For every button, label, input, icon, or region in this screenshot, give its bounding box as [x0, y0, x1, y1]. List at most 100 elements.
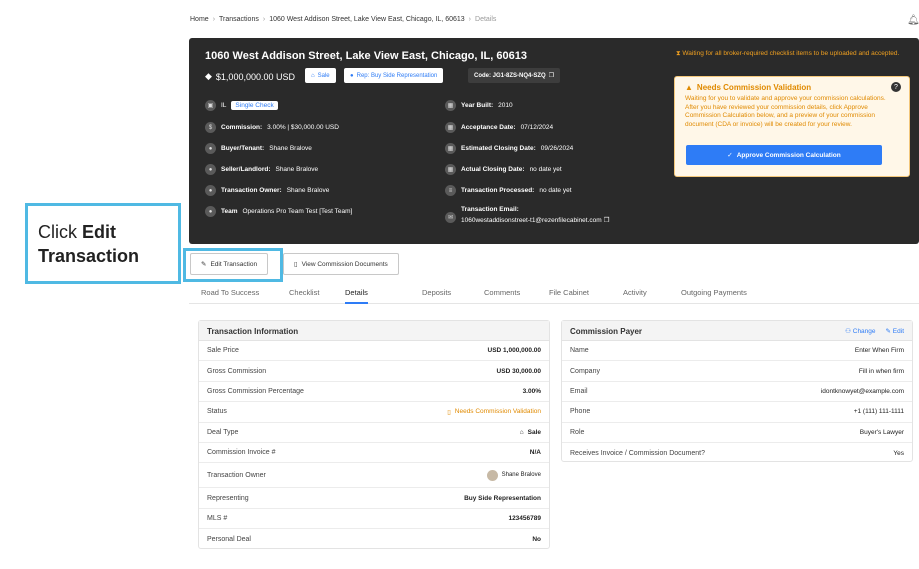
- calendar-icon: ▦: [445, 122, 456, 133]
- breadcrumb-address[interactable]: 1060 West Addison Street, Lake View East…: [269, 16, 464, 23]
- person-icon: ●: [205, 185, 216, 196]
- table-row: Transaction Owner Shane Bralove: [199, 463, 549, 489]
- card-title: Transaction Information: [199, 321, 549, 341]
- row-label: Company: [570, 367, 600, 375]
- representation-chip: ● Rep: Buy Side Representation: [344, 68, 444, 83]
- team-row: ● Team Operations Pro Team Test [Test Te…: [205, 206, 352, 217]
- pencil-icon: ✎: [885, 328, 891, 335]
- user-icon: ●: [350, 72, 354, 79]
- buyer-label: Buyer/Tenant:: [221, 145, 265, 152]
- tab-activity[interactable]: Activity: [623, 288, 647, 297]
- mail-icon: ✉: [445, 212, 456, 223]
- seller-row: ● Seller/Landlord: Shane Bralove: [205, 164, 318, 175]
- breadcrumb-transactions[interactable]: Transactions: [219, 16, 259, 23]
- tab-checklist[interactable]: Checklist: [289, 288, 319, 297]
- copy-icon[interactable]: ❐: [603, 217, 609, 224]
- notice-title-text: Needs Commission Validation: [696, 83, 812, 92]
- table-row: MLS # 123456789: [199, 509, 549, 530]
- actual-close-value: no date yet: [529, 166, 562, 173]
- table-row: Gross Commission Percentage 3.00%: [199, 382, 549, 403]
- detail-tabs: Road To Success Checklist Details Deposi…: [189, 282, 919, 304]
- buyer-value: Shane Bralove: [269, 145, 312, 152]
- approve-commission-button[interactable]: ✓ Approve Commission Calculation: [686, 145, 882, 165]
- card-actions: ⚇ Change ✎ Edit: [845, 327, 904, 335]
- card-title-text: Commission Payer: [570, 327, 643, 336]
- person-icon: ●: [205, 164, 216, 175]
- tab-comments[interactable]: Comments: [484, 288, 520, 297]
- price-value: $1,000,000.00 USD: [215, 71, 295, 82]
- deal-type-text: Sale: [527, 428, 541, 436]
- users-icon: ⚇: [845, 328, 851, 335]
- row-value: 123456789: [508, 514, 541, 522]
- notice-title: ▲ Needs Commission Validation: [685, 83, 899, 92]
- view-commission-documents-button[interactable]: ▯ View Commission Documents: [283, 253, 399, 275]
- row-label: Sale Price: [207, 347, 239, 355]
- row-value: ⌂ Sale: [520, 429, 541, 436]
- row-label: Role: [570, 428, 585, 436]
- calendar-clock-icon: ▦: [445, 143, 456, 154]
- tab-details[interactable]: Details: [345, 288, 368, 304]
- table-row: Deal Type ⌂ Sale: [199, 423, 549, 443]
- edit-payer-button[interactable]: ✎ Edit: [886, 327, 904, 335]
- home-icon: ⌂: [311, 72, 315, 79]
- tag-icon: ◆: [205, 71, 212, 81]
- row-value: +1 (111) 111-1111: [853, 408, 904, 416]
- help-icon[interactable]: ?: [891, 82, 901, 92]
- tab-file-cabinet[interactable]: File Cabinet: [549, 288, 589, 297]
- row-value: Enter When Firm: [854, 347, 904, 355]
- table-row: Email idontknowyet@example.com: [562, 382, 912, 403]
- calendar-icon: ▦: [445, 100, 456, 111]
- owner-row: ● Transaction Owner: Shane Bralove: [205, 185, 329, 196]
- edit-transaction-label: Edit Transaction: [210, 260, 258, 268]
- table-row: Phone +1 (111) 111-1111: [562, 402, 912, 423]
- approve-label: Approve Commission Calculation: [736, 151, 841, 159]
- code-chip[interactable]: Code: JG1-8ZS-NQ4-SZQ ❐: [468, 68, 561, 83]
- tab-deposits[interactable]: Deposits: [422, 288, 451, 297]
- row-label: Commission Invoice #: [207, 449, 276, 457]
- copy-icon[interactable]: ❐: [549, 72, 554, 79]
- row-value: USD 30,000.00: [496, 367, 541, 375]
- row-label: MLS #: [207, 514, 228, 522]
- processed-label: Transaction Processed:: [461, 187, 535, 194]
- owner-label: Transaction Owner:: [221, 187, 282, 194]
- transaction-price: ◆ $1,000,000.00 USD: [205, 71, 295, 82]
- edit-transaction-button[interactable]: ✎ Edit Transaction: [190, 253, 269, 275]
- seller-value: Shane Bralove: [275, 166, 319, 173]
- tab-road-to-success[interactable]: Road To Success: [201, 288, 259, 297]
- chevron-right-icon: ›: [468, 16, 472, 23]
- change-label: Change: [852, 328, 876, 335]
- email-value: 1060westaddisonstreet-t1@rezenfilecabine…: [461, 217, 602, 224]
- row-value: Shane Bralove: [486, 469, 541, 481]
- row-label: Status: [207, 408, 227, 416]
- status-badge: ▯ Needs Commission Validation: [447, 408, 541, 416]
- single-check-badge: Single Check: [231, 101, 278, 110]
- tutorial-callout: Click Edit Transaction: [25, 203, 181, 284]
- seller-label: Seller/Landlord:: [221, 166, 271, 173]
- list-icon: ≡: [445, 185, 456, 196]
- row-value: Buy Side Representation: [464, 494, 541, 502]
- card-title: Commission Payer ⚇ Change ✎ Edit: [562, 321, 912, 341]
- document-icon: ▯: [294, 261, 298, 268]
- table-row: Personal Deal No: [199, 529, 549, 549]
- edit-label: Edit: [892, 328, 904, 335]
- transaction-information-card: Transaction Information Sale Price USD 1…: [198, 320, 550, 549]
- calendar-icon: ▦: [445, 164, 456, 175]
- person-icon: ●: [205, 143, 216, 154]
- table-row: Receives Invoice / Commission Document? …: [562, 443, 912, 463]
- est-close-label: Estimated Closing Date:: [461, 145, 536, 152]
- callout-prefix: Click: [38, 222, 77, 242]
- commission-validation-notice: ▲ Needs Commission Validation ? Waiting …: [674, 76, 910, 177]
- row-value: Fill in when firm: [858, 367, 904, 375]
- transaction-header: 1060 West Addison Street, Lake View East…: [189, 38, 919, 244]
- row-label: Receives Invoice / Commission Document?: [570, 449, 705, 457]
- bell-icon[interactable]: 🔔︎: [907, 15, 919, 26]
- tab-outgoing-payments[interactable]: Outgoing Payments: [681, 288, 747, 297]
- team-value: Operations Pro Team Test [Test Team]: [242, 208, 353, 215]
- change-payer-button[interactable]: ⚇ Change: [845, 327, 875, 335]
- year-value: 2010: [498, 102, 513, 109]
- row-label: Name: [570, 347, 589, 355]
- notice-text: Waiting for you to validate and approve …: [685, 95, 886, 128]
- acceptance-value: 07/12/2024: [520, 124, 554, 131]
- row-label: Deal Type: [207, 428, 239, 436]
- breadcrumb-home[interactable]: Home: [190, 16, 209, 23]
